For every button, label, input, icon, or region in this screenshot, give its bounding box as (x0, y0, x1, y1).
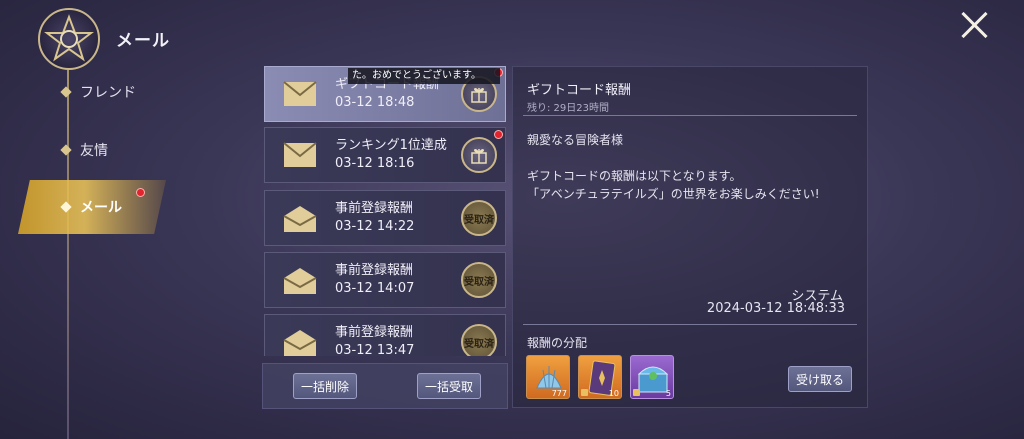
mail-title: ランキング1位達成 (335, 138, 447, 153)
reward-item-chest[interactable]: 5 (630, 355, 674, 399)
nav-item-mail[interactable]: メール (60, 193, 202, 221)
nav-item-label: フレンド (80, 85, 136, 101)
envelope-icon (283, 81, 317, 107)
lock-icon (633, 389, 640, 396)
divider (523, 115, 857, 116)
mail-title: 事前登録報酬 (335, 201, 414, 216)
reward-item-shell[interactable]: 777 (526, 355, 570, 399)
received-stamp: 受取済 (461, 324, 497, 356)
divider (523, 324, 857, 325)
close-icon[interactable] (960, 10, 990, 40)
mail-date: 03-12 18:48 (335, 95, 415, 110)
mail-date: 03-12 14:22 (335, 219, 415, 234)
delete-all-button[interactable]: 一括削除 (293, 373, 357, 399)
mail-item[interactable]: 事前登録報酬 03-12 13:47 受取済 (264, 314, 506, 356)
mail-list-footer: 一括削除 一括受取 (262, 363, 508, 409)
nav-item-label: メール (80, 200, 122, 216)
received-stamp: 受取済 (461, 262, 497, 298)
mail-item[interactable]: ランキング1位達成 03-12 18:16 (264, 127, 506, 183)
receive-all-button[interactable]: 一括受取 (417, 373, 481, 399)
envelope-icon (283, 142, 317, 168)
nav-title: メール (116, 31, 170, 51)
toast-message: た。おめでとうございます。 (348, 68, 500, 84)
detail-remaining: 残り: 29日23時間 (527, 103, 609, 114)
diamond-icon (60, 201, 72, 213)
open-envelope-icon (283, 267, 317, 294)
diamond-icon (60, 86, 72, 98)
nav-item-friend[interactable]: フレンド (60, 78, 202, 106)
detail-body-line: ギフトコードの報酬は以下となります。 (527, 169, 742, 183)
diamond-icon (60, 144, 72, 156)
nav-line (67, 70, 69, 439)
detail-greeting: 親愛なる冒険者様 (527, 133, 624, 147)
mail-item[interactable]: 事前登録報酬 03-12 14:07 受取済 (264, 252, 506, 308)
detail-datetime: 2024-03-12 18:48:33 (706, 301, 845, 316)
mail-title: 事前登録報酬 (335, 325, 414, 340)
nav-item-label: 友情 (80, 143, 108, 159)
open-envelope-icon (283, 329, 317, 356)
menu-emblem-icon (38, 8, 100, 70)
mail-item[interactable]: 事前登録報酬 03-12 14:22 受取済 (264, 190, 506, 246)
nav-item-friendship[interactable]: 友情 (60, 136, 202, 164)
mail-detail-panel: ギフトコード報酬 残り: 29日23時間 親愛なる冒険者様 ギフトコードの報酬は… (512, 66, 868, 408)
gift-icon (461, 137, 497, 173)
mail-title: 事前登録報酬 (335, 263, 414, 278)
reward-count: 10 (608, 389, 619, 398)
mail-screen: メール フレンド 友情 メール ギフトコード報酬 03-12 18:48 ランキ… (0, 0, 1024, 439)
mail-date: 03-12 14:07 (335, 281, 415, 296)
mail-list[interactable]: ギフトコード報酬 03-12 18:48 ランキング1位達成 03-12 18:… (264, 66, 506, 356)
lock-icon (581, 389, 588, 396)
reward-count: 777 (551, 389, 567, 398)
open-envelope-icon (283, 205, 317, 232)
detail-body: 親愛なる冒険者様 ギフトコードの報酬は以下となります。 「アベンチュラテイルズ」… (527, 131, 820, 203)
detail-body-line: 「アベンチュラテイルズ」の世界をお楽しみください! (527, 187, 820, 201)
reward-label: 報酬の分配 (527, 336, 588, 350)
reward-item-card[interactable]: 10 (578, 355, 622, 399)
detail-title: ギフトコード報酬 (527, 83, 632, 98)
received-stamp: 受取済 (461, 200, 497, 236)
mail-date: 03-12 18:16 (335, 156, 415, 171)
notification-dot (136, 188, 145, 197)
reward-count: 5 (665, 389, 671, 398)
mail-date: 03-12 13:47 (335, 343, 415, 356)
notification-dot (494, 130, 503, 139)
receive-button[interactable]: 受け取る (788, 366, 852, 392)
